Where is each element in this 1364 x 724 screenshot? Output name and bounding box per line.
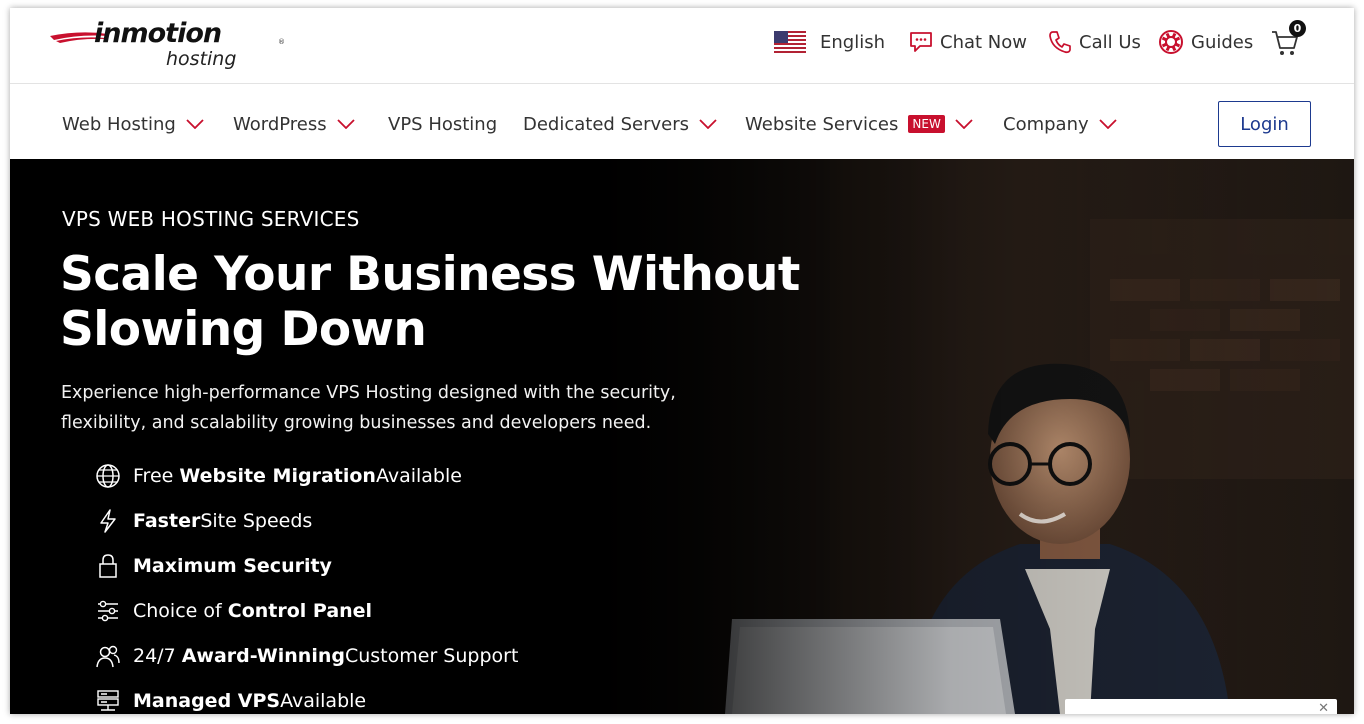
hero-headline-line-2: Slowing Down: [60, 302, 427, 357]
users-icon: [94, 642, 122, 670]
logo-sub-text: hosting: [166, 48, 237, 70]
nav-item-label: Website Services: [745, 113, 899, 135]
feature-list: Free Website Migration Available Faster …: [94, 453, 518, 714]
chevron-down-icon: [699, 119, 717, 129]
nav-website-services[interactable]: Website Services NEW: [745, 111, 973, 137]
feature-text-pre: Choice of: [133, 599, 222, 622]
lightning-icon: [94, 507, 122, 535]
nav-web-hosting[interactable]: Web Hosting: [62, 111, 204, 137]
nav-item-label: VPS Hosting: [388, 113, 498, 135]
feature-text-bold: Faster: [133, 509, 201, 532]
nav-company[interactable]: Company: [1003, 111, 1117, 137]
new-badge: NEW: [908, 115, 945, 133]
guides-label: Guides: [1191, 31, 1254, 53]
logo-registered-mark: ®: [278, 38, 285, 46]
phone-icon: [1049, 31, 1071, 54]
hero-description-line-1: Experience high-performance VPS Hosting …: [61, 383, 676, 403]
feature-text-post: Customer Support: [344, 644, 519, 667]
close-icon[interactable]: ✕: [1318, 701, 1329, 714]
nav-item-label: Company: [1003, 113, 1089, 135]
call-us-link[interactable]: Call Us: [1047, 28, 1141, 56]
feature-item: Choice of Control Panel: [94, 588, 518, 633]
language-label: English: [820, 31, 885, 53]
hero-section: VPS WEB HOSTING SERVICES Scale Your Busi…: [10, 159, 1354, 714]
globe-icon: [94, 462, 122, 490]
chat-now-label: Chat Now: [940, 31, 1027, 53]
guides-link[interactable]: Guides: [1157, 28, 1253, 56]
feature-text-post: Site Speeds: [200, 509, 313, 532]
utility-bar: inmotion ® hosting English Chat Now Call…: [10, 8, 1354, 84]
hero-eyebrow: VPS WEB HOSTING SERVICES: [62, 207, 360, 231]
feature-text-post: Available: [375, 464, 462, 487]
us-flag-icon: [774, 31, 806, 53]
feature-text-pre: 24/7: [133, 644, 176, 667]
lock-icon: [94, 552, 122, 580]
login-button[interactable]: Login: [1218, 101, 1311, 147]
chevron-down-icon: [955, 119, 973, 129]
chat-widget-panel[interactable]: ✕: [1065, 699, 1337, 714]
feature-item: Maximum Security: [94, 543, 518, 588]
feature-text-pre: Free: [133, 464, 174, 487]
chat-bubble-icon: [910, 32, 932, 52]
feature-text-bold: Managed VPS: [133, 689, 281, 712]
logo-brand-text: inmotion: [94, 18, 222, 49]
feature-text-bold: Maximum Security: [133, 554, 332, 577]
chat-now-link[interactable]: Chat Now: [908, 28, 1027, 56]
hero-headline: Scale Your Business Without Slowing Down: [60, 247, 820, 357]
browser-viewport: inmotion ® hosting English Chat Now Call…: [10, 8, 1354, 714]
feature-item: Faster Site Speeds: [94, 498, 518, 543]
nav-item-label: Web Hosting: [62, 113, 176, 135]
feature-text-bold: Award-Winning: [181, 644, 345, 667]
nav-wordpress[interactable]: WordPress: [233, 111, 355, 137]
hero-headline-line-1: Scale Your Business Without: [60, 247, 800, 302]
feature-item: 24/7 Award-Winning Customer Support: [94, 633, 518, 678]
nav-item-label: Dedicated Servers: [523, 113, 689, 135]
nav-vps-hosting[interactable]: VPS Hosting: [388, 111, 497, 137]
chevron-down-icon: [186, 119, 204, 129]
chevron-down-icon: [1099, 119, 1117, 129]
nav-dedicated-servers[interactable]: Dedicated Servers: [523, 111, 717, 137]
call-us-label: Call Us: [1079, 31, 1141, 53]
feature-item: Managed VPS Available: [94, 678, 518, 714]
cart-count-badge: 0: [1289, 20, 1306, 37]
feature-text-bold: Control Panel: [227, 599, 373, 622]
sliders-icon: [94, 597, 122, 625]
feature-item: Free Website Migration Available: [94, 453, 518, 498]
inmotion-hosting-logo[interactable]: inmotion ® hosting: [50, 16, 285, 72]
lifebuoy-icon: [1159, 30, 1183, 54]
language-selector[interactable]: English: [774, 28, 885, 56]
feature-text-post: Available: [280, 689, 367, 712]
main-navigation: Web Hosting WordPress VPS Hosting Dedica…: [10, 85, 1354, 159]
hero-description-line-2: flexibility, and scalability growing bus…: [61, 413, 652, 433]
nav-item-label: WordPress: [233, 113, 327, 135]
chevron-down-icon: [337, 119, 355, 129]
feature-text-bold: Website Migration: [179, 464, 376, 487]
hero-description: Experience high-performance VPS Hosting …: [61, 378, 751, 438]
server-icon: [94, 687, 122, 715]
shopping-cart-button[interactable]: 0: [1270, 20, 1306, 58]
